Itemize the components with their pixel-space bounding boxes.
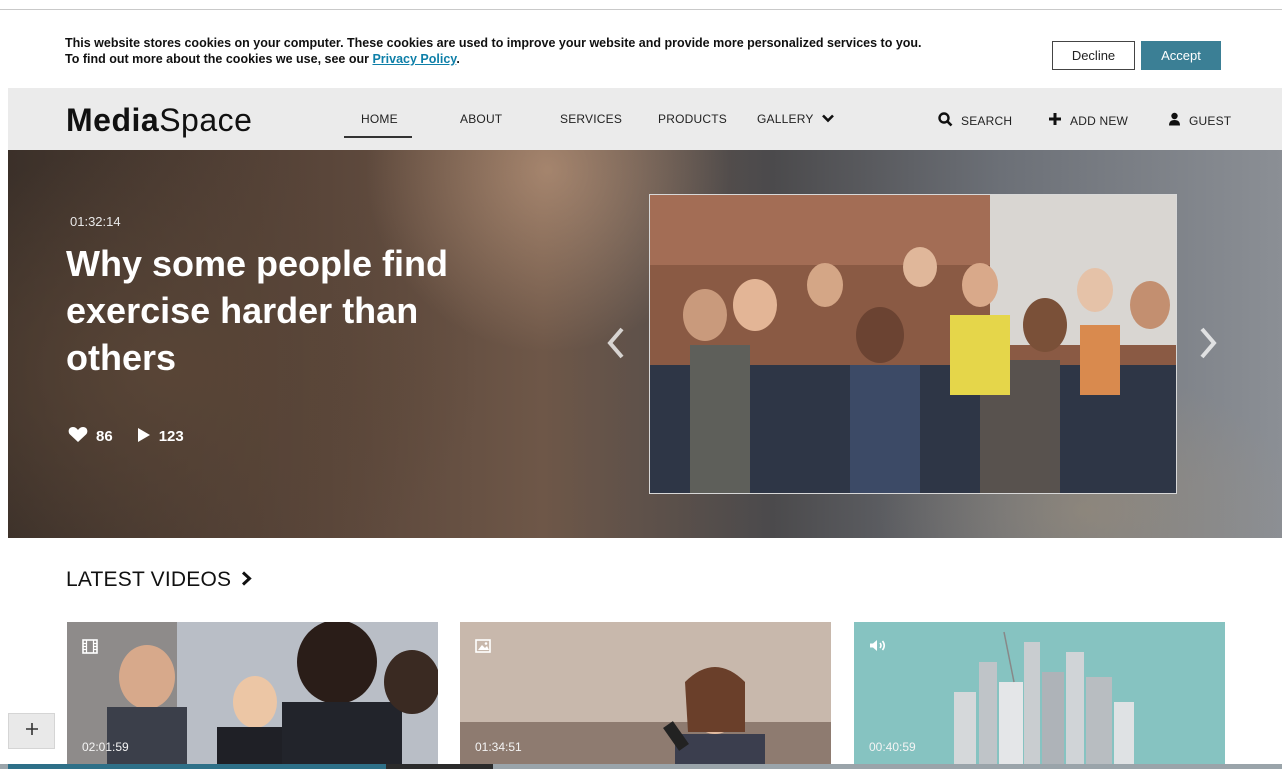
nav-search[interactable]: SEARCH: [938, 112, 1012, 130]
nav-home[interactable]: HOME: [361, 112, 398, 126]
cookie-line-2-prefix: To find out more about the cookies we us…: [65, 52, 373, 66]
mediaspace-logo[interactable]: MediaSpace: [66, 102, 252, 139]
bottom-progress-bar: [0, 764, 1282, 769]
nav-about[interactable]: ABOUT: [460, 112, 502, 126]
cookie-banner: This website stores cookies on your comp…: [0, 10, 1282, 88]
add-new-label: ADD NEW: [1070, 113, 1129, 128]
heart-icon: [68, 426, 88, 447]
hero-image[interactable]: [649, 194, 1177, 494]
plus-icon: [25, 722, 39, 741]
cookie-message: This website stores cookies on your comp…: [65, 35, 1025, 67]
chevron-right-icon: [241, 568, 252, 592]
cookie-line-2: To find out more about the cookies we us…: [65, 51, 1025, 67]
chevron-down-icon: [821, 112, 834, 126]
guest-label: GUEST: [1189, 113, 1232, 128]
nav-guest[interactable]: GUEST: [1168, 112, 1231, 129]
audience-photo: [650, 195, 1176, 493]
logo-bold: Media: [66, 102, 160, 138]
search-icon: [938, 112, 953, 130]
hero-stats: 86 123: [68, 426, 208, 447]
user-icon: [1168, 112, 1181, 129]
nav-products-label: PRODUCTS: [658, 112, 727, 126]
hero-title[interactable]: Why some people find exercise harder tha…: [66, 240, 486, 381]
nav-products[interactable]: PRODUCTS: [658, 112, 727, 126]
privacy-policy-link[interactable]: Privacy Policy: [372, 52, 456, 66]
image-card[interactable]: 01:34:51: [460, 622, 831, 769]
nav-add-new[interactable]: ADD NEW: [1048, 112, 1128, 129]
audio-duration: 00:40:59: [869, 740, 916, 754]
progress-segment-dark: [386, 764, 493, 769]
nav-gallery[interactable]: GALLERY: [757, 112, 834, 126]
latest-videos-title: LATEST VIDEOS: [66, 568, 232, 591]
search-label: SEARCH: [961, 114, 1013, 128]
plays-count: 123: [158, 428, 184, 445]
hero-carousel: 01:32:14 Why some people find exercise h…: [8, 150, 1282, 538]
nav-services-label: SERVICES: [560, 112, 623, 126]
likes-stat: 86: [68, 426, 113, 447]
cookie-line-1: This website stores cookies on your comp…: [65, 36, 922, 50]
play-icon: [137, 427, 151, 447]
nav-gallery-label: GALLERY: [757, 112, 814, 126]
video-card[interactable]: 02:01:59: [67, 622, 438, 769]
decline-button[interactable]: Decline: [1052, 41, 1135, 70]
likes-count: 86: [96, 428, 113, 445]
audio-card[interactable]: 00:40:59: [854, 622, 1225, 769]
plus-icon: [1048, 112, 1062, 129]
nav-home-label: HOME: [361, 112, 398, 126]
floating-add-button[interactable]: [8, 713, 55, 749]
film-icon: [82, 639, 98, 659]
main-nav: MediaSpace HOME ABOUT SERVICES PRODUCTS …: [8, 88, 1282, 150]
carousel-next-arrow[interactable]: [1198, 326, 1218, 365]
carousel-prev-arrow[interactable]: [606, 326, 626, 365]
hero-duration: 01:32:14: [70, 214, 121, 229]
latest-videos-heading[interactable]: LATEST VIDEOS: [66, 568, 252, 592]
image-icon: [475, 639, 491, 658]
logo-light: Space: [159, 102, 253, 138]
plays-stat: 123: [137, 427, 184, 447]
progress-segment-active: [8, 764, 386, 769]
audio-icon: [869, 639, 887, 657]
nav-services[interactable]: SERVICES: [560, 112, 622, 126]
active-nav-indicator: [344, 136, 412, 138]
video-duration: 02:01:59: [82, 740, 129, 754]
image-duration: 01:34:51: [475, 740, 522, 754]
cookie-line-2-suffix: .: [456, 52, 460, 66]
accept-button[interactable]: Accept: [1141, 41, 1221, 70]
nav-about-label: ABOUT: [460, 112, 503, 126]
